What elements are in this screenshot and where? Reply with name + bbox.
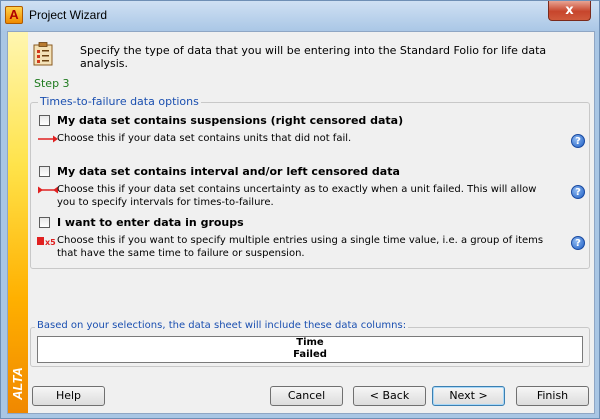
brand-sidebar: ALTA [8,32,28,413]
step-indicator: Step 3 [34,77,70,90]
suspensions-checkbox[interactable] [39,115,50,126]
groups-label[interactable]: I want to enter data in groups [57,216,244,229]
back-button[interactable]: < Back [353,386,426,406]
close-button[interactable]: x [548,1,591,21]
title-bar: A Project Wizard x [1,1,599,31]
interval-censored-checkbox[interactable] [39,166,50,177]
groups-help-icon[interactable]: ? [571,236,585,250]
column-failed: Failed [293,349,327,360]
finish-button[interactable]: Finish [516,386,589,406]
suspensions-description: Choose this if your data set contains un… [57,133,352,144]
data-columns-group: Based on your selections, the data sheet… [30,320,590,367]
cancel-button[interactable]: Cancel [270,386,343,406]
red-arrow-icon [38,135,58,143]
groups-checkbox[interactable] [39,217,50,228]
times-to-failure-options-group: Times-to-failure data options My data se… [30,95,590,269]
interval-censored-description: Choose this if your data set contains un… [57,184,537,208]
project-wizard-window: A Project Wizard x ALTA Specify the type… [0,0,600,419]
brand-label: ALTA [10,367,25,401]
interval-censored-label[interactable]: My data set contains interval and/or lef… [57,165,400,178]
suspensions-label[interactable]: My data set contains suspensions (right … [57,114,403,127]
column-time: Time [296,337,324,348]
red-interval-icon [38,186,58,194]
groups-description: Choose this if you want to specify multi… [57,235,544,259]
data-columns-group-title: Based on your selections, the data sheet… [35,320,409,331]
interval-censored-help-icon[interactable]: ? [571,185,585,199]
alta-app-icon: A [5,6,23,24]
wizard-clipboard-icon [33,42,53,66]
window-title: Project Wizard [29,8,108,22]
red-group-icon: x5 [37,237,56,246]
next-button[interactable]: Next > [432,386,505,406]
options-group-title: Times-to-failure data options [38,95,201,108]
group-multiplier-text: x5 [45,238,56,246]
suspensions-help-icon[interactable]: ? [571,134,585,148]
data-columns-list: Time Failed [37,336,583,363]
step-description: Specify the type of data that you will b… [80,44,547,70]
help-button[interactable]: Help [32,386,105,406]
wizard-client-area: ALTA Specify the type of data that you w… [7,31,595,414]
